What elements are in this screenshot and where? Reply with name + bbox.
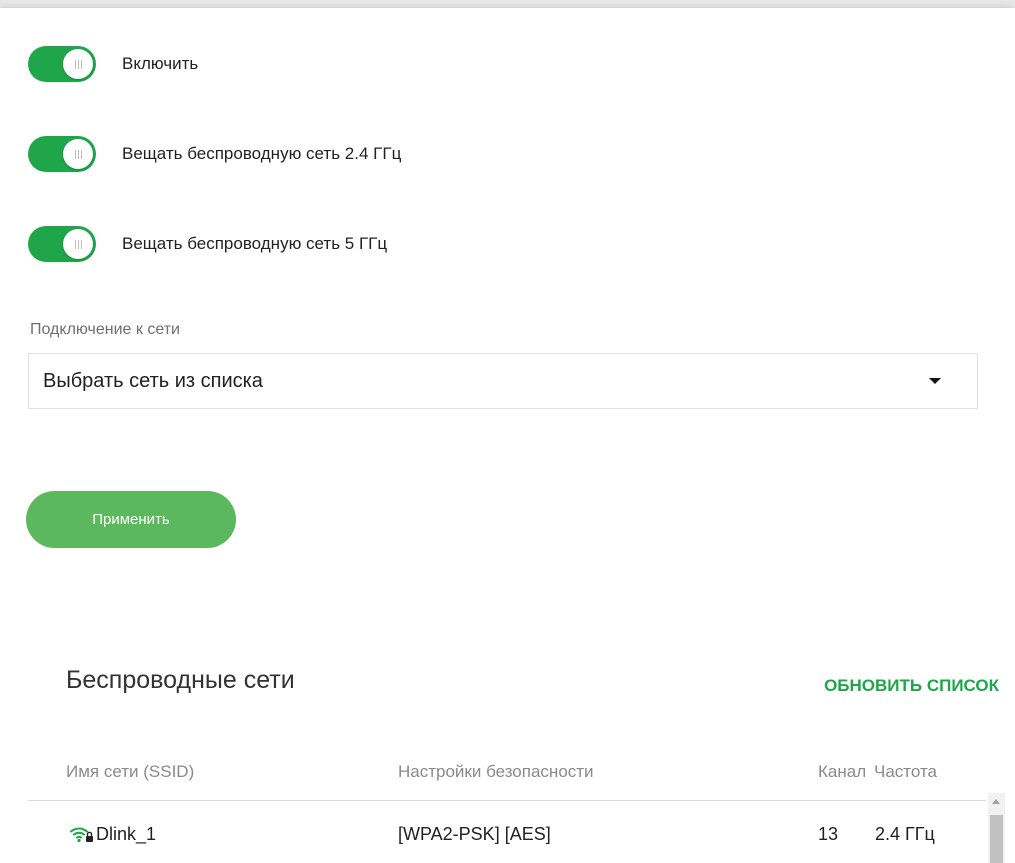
scroll-up-arrow-icon[interactable] (992, 799, 1000, 804)
enable-toggle[interactable] (28, 46, 96, 82)
table-row[interactable]: Dlink_1 [WPA2-PSK] [AES] 13 2.4 ГГц (28, 816, 986, 856)
scrollbar-thumb[interactable] (990, 815, 1003, 863)
wifi-settings-panel: Включить Вещать беспроводную сеть 2.4 ГГ… (0, 8, 1015, 863)
column-header-security[interactable]: Настройки безопасности (398, 762, 594, 782)
refresh-list-button[interactable]: ОБНОВИТЬ СПИСОК (824, 676, 999, 696)
network-connection-select[interactable]: Выбрать сеть из списка (28, 353, 978, 409)
apply-button[interactable]: Применить (26, 491, 236, 548)
wireless-networks-title: Беспроводные сети (66, 666, 295, 694)
toggle-knob (63, 229, 93, 259)
broadcast-5-toggle[interactable] (28, 226, 96, 262)
broadcast-24-toggle[interactable] (28, 136, 96, 172)
network-connection-label: Подключение к сети (30, 321, 180, 338)
broadcast-24-toggle-row: Вещать беспроводную сеть 2.4 ГГц (28, 136, 401, 172)
enable-toggle-row: Включить (28, 46, 198, 82)
network-connection-value: Выбрать сеть из списка (43, 369, 263, 392)
table-header-divider (28, 800, 986, 801)
broadcast-5-toggle-label: Вещать беспроводную сеть 5 ГГц (122, 234, 388, 253)
network-channel: 13 (818, 824, 839, 844)
column-header-channel[interactable]: Канал (818, 762, 866, 782)
broadcast-24-toggle-label: Вещать беспроводную сеть 2.4 ГГц (122, 144, 402, 163)
network-security: [WPA2-PSK] [AES] (398, 824, 551, 844)
column-header-frequency[interactable]: Частота (874, 762, 937, 782)
enable-toggle-label: Включить (122, 54, 199, 73)
wifi-lock-icon (70, 827, 93, 843)
broadcast-5-toggle-row: Вещать беспроводную сеть 5 ГГц (28, 226, 387, 262)
caret-down-icon (929, 378, 941, 384)
column-header-ssid[interactable]: Имя сети (SSID) (66, 762, 194, 782)
toggle-knob (63, 139, 93, 169)
network-frequency: 2.4 ГГц (875, 824, 935, 844)
network-ssid: Dlink_1 (96, 824, 157, 844)
table-scrollbar[interactable] (988, 793, 1005, 863)
toggle-knob (63, 49, 93, 79)
